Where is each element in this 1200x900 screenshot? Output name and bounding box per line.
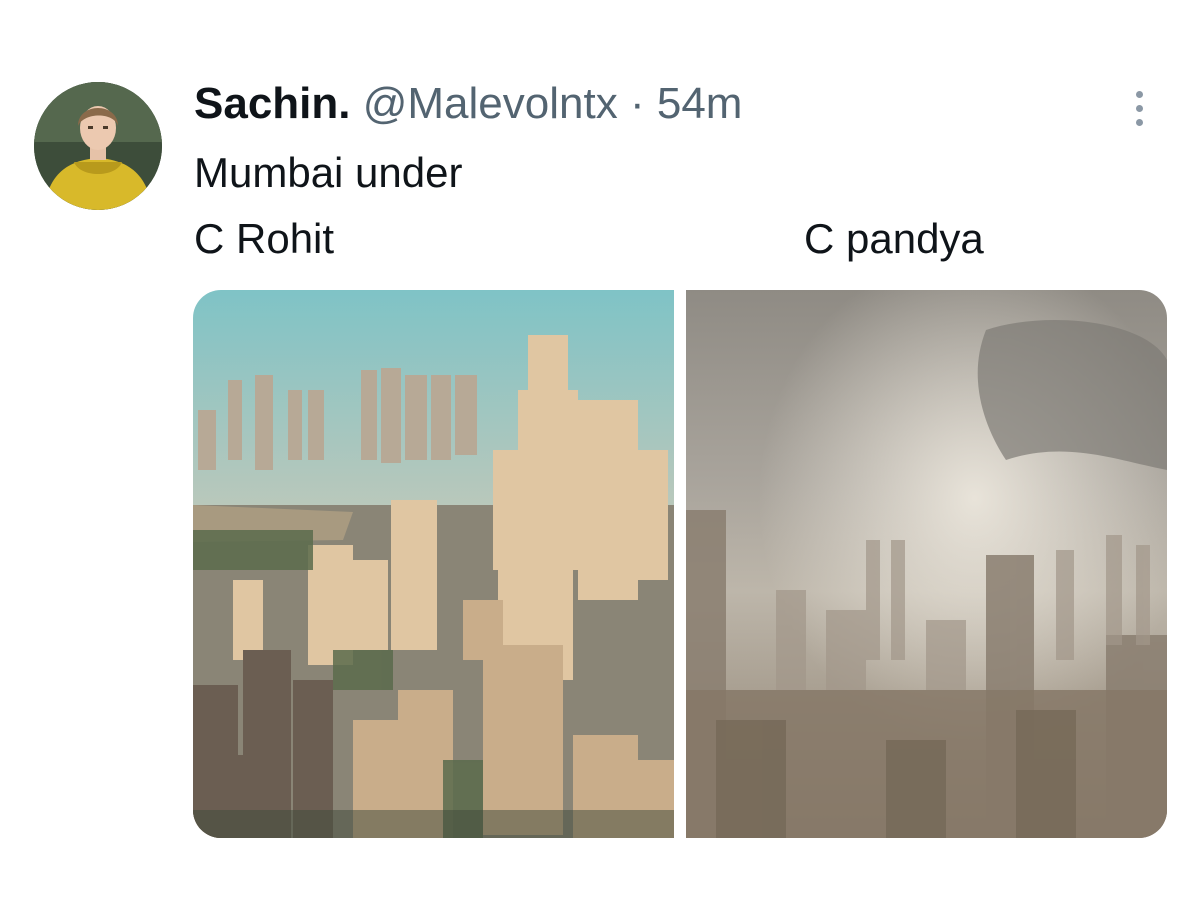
- more-options-icon[interactable]: [1124, 84, 1154, 132]
- author-name[interactable]: Sachin.: [194, 79, 351, 128]
- more-dot: [1135, 104, 1143, 112]
- media-grid: [193, 290, 1167, 838]
- tweet-header: Sachin. @Malevolntx · 54m: [194, 78, 742, 130]
- more-dot: [1135, 118, 1143, 126]
- tweet-label-right: C pandya: [804, 215, 984, 262]
- photo-stormy-skyline[interactable]: [686, 290, 1167, 838]
- more-dot: [1135, 90, 1143, 98]
- author-handle[interactable]: @Malevolntx: [363, 79, 618, 128]
- tweet-text-line1: Mumbai under: [194, 149, 463, 196]
- separator-dot: ·: [629, 79, 645, 128]
- tweet-label-left: C Rohit: [194, 215, 335, 262]
- photo-clear-skyline[interactable]: [193, 290, 674, 838]
- avatar[interactable]: [34, 82, 162, 210]
- tweet-timestamp[interactable]: 54m: [657, 79, 743, 128]
